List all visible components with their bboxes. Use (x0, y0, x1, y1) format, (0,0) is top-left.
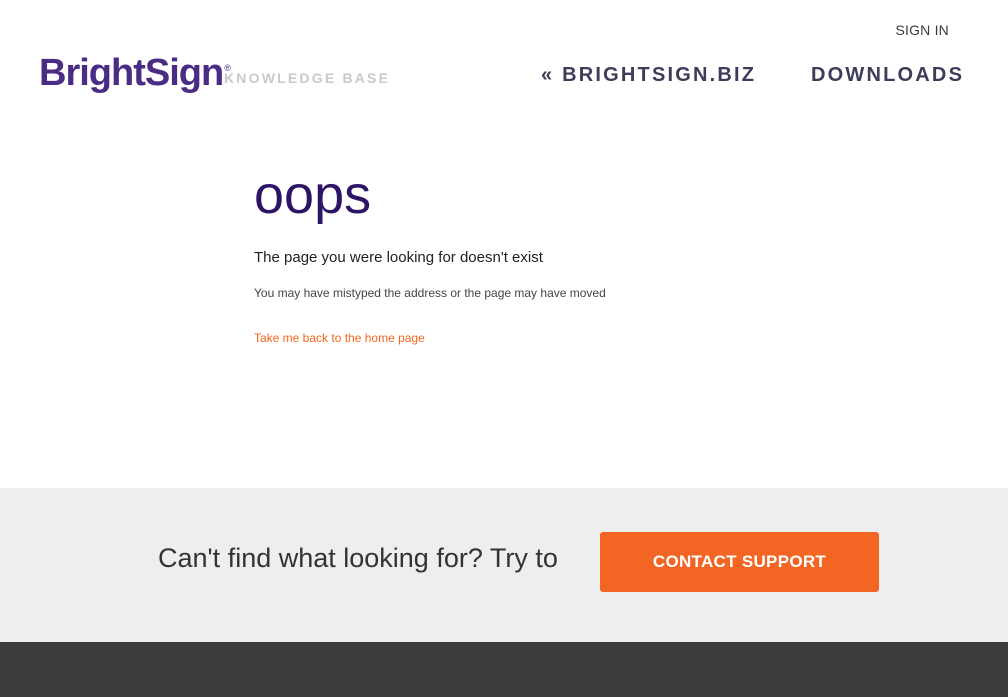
error-content: oops The page you were looking for doesn… (254, 165, 606, 345)
error-message: The page you were looking for doesn't ex… (254, 249, 543, 266)
knowledge-base-label: KNOWLEDGE BASE (224, 70, 391, 86)
error-title: oops (254, 165, 372, 225)
nav-downloads[interactable]: DOWNLOADS (811, 64, 964, 87)
home-page-link[interactable]: Take me back to the home page (254, 331, 425, 345)
support-prompt: Can't find what looking for? Try to (158, 543, 558, 573)
nav-brightsign-biz[interactable]: « BRIGHTSIGN.BIZ (541, 64, 756, 87)
error-detail: You may have mistyped the address or the… (254, 286, 606, 300)
sign-in-link[interactable]: SIGN IN (895, 22, 949, 38)
brightsign-logo[interactable]: BrightSign ® (39, 53, 231, 93)
logo-text: BrightSign (39, 52, 224, 94)
contact-support-button[interactable]: CONTACT SUPPORT (600, 532, 879, 592)
footer (0, 642, 1008, 697)
